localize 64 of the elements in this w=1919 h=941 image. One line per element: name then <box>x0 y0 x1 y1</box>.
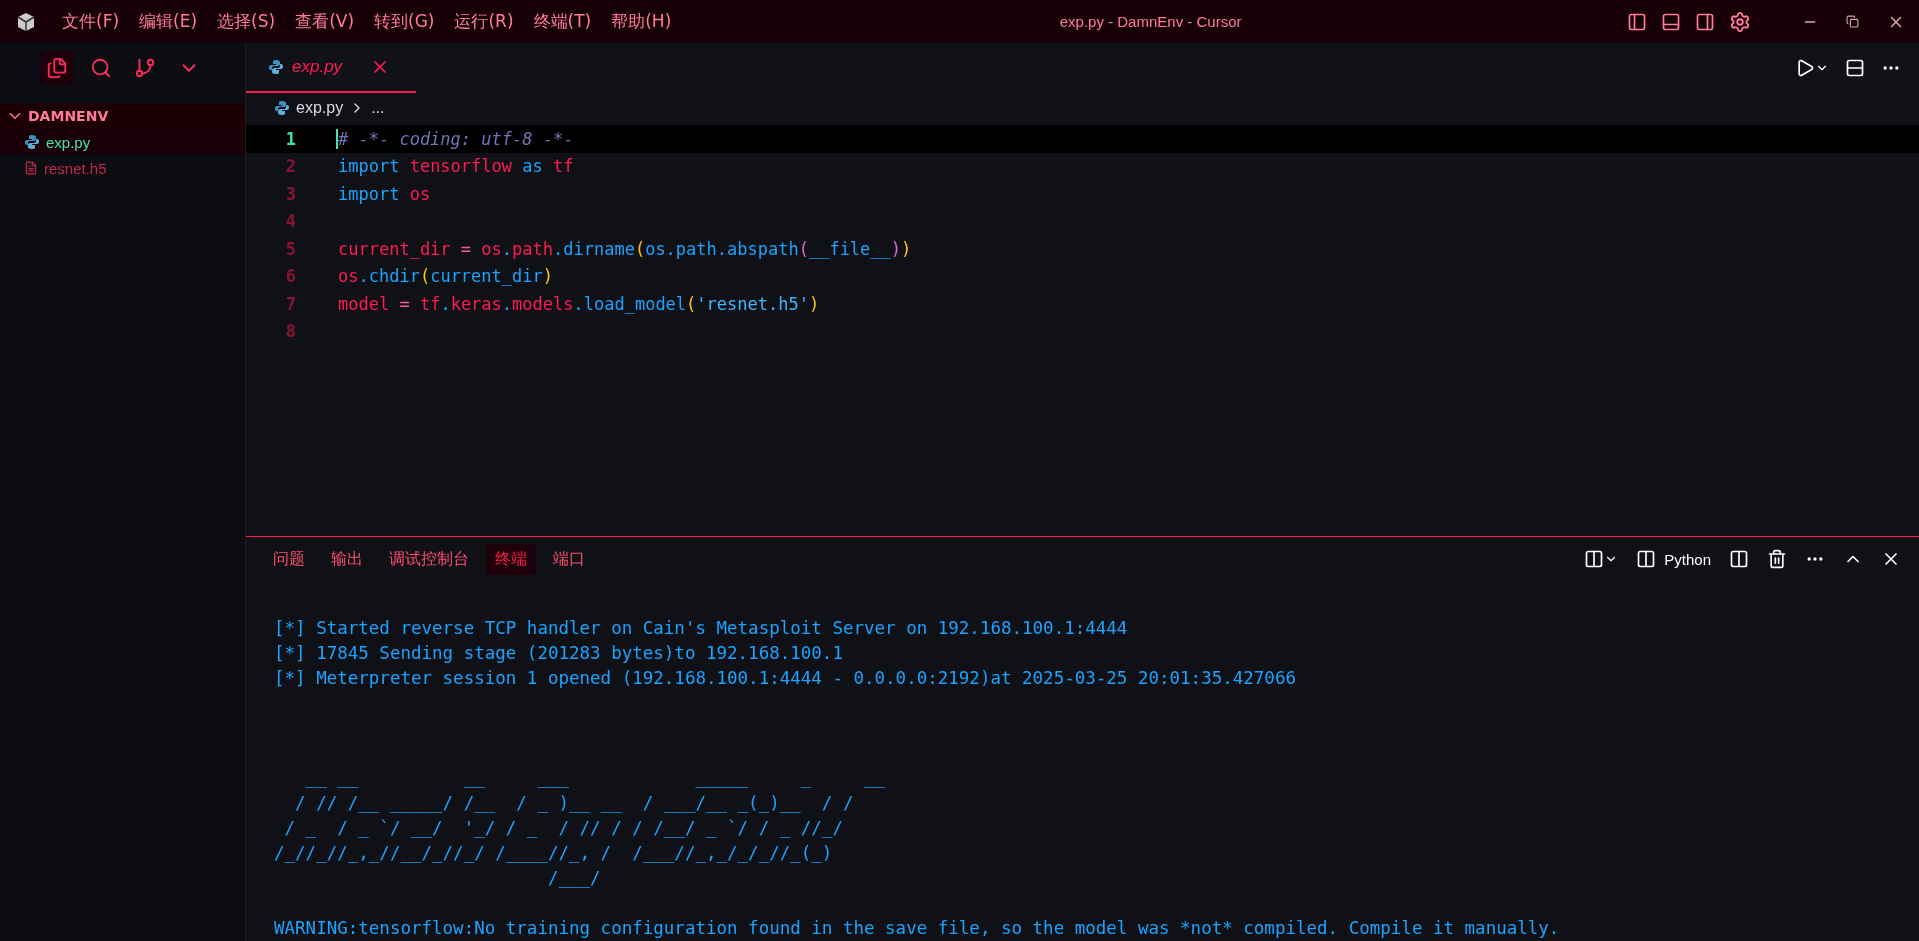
line-number: 8 <box>284 321 296 342</box>
split-editor-icon[interactable] <box>1845 58 1865 78</box>
panel-tab[interactable]: 输出 <box>322 543 372 575</box>
terminal-line: /___/ <box>546 867 602 890</box>
panel-tab[interactable]: 端口 <box>544 543 594 575</box>
code-line: import os <box>337 183 431 204</box>
code-line: model = tf.keras.models.load_model('resnet.h5') <box>337 293 820 314</box>
restore-icon[interactable] <box>1846 15 1859 28</box>
code-line: import tensorflow as tf <box>337 156 574 177</box>
files-icon <box>46 57 68 79</box>
terminal-line: /_//_//_,_//__/_//_/ /____//_, / /___//_,_/_/_//_(_) <box>274 842 834 865</box>
menu-item[interactable]: 帮助(H) <box>601 10 682 33</box>
panel-tab[interactable]: 终端 <box>486 543 536 575</box>
split-terminal-icon[interactable] <box>1729 549 1749 569</box>
folder-header[interactable]: DAMNENV <box>0 103 245 129</box>
window-title: exp.py - DamnEnv - Cursor <box>1058 13 1243 30</box>
line-number: 7 <box>284 293 296 314</box>
terminal-line: [*] Meterpreter session 1 opened (192.168.100.1:4444 - 0.0.0.0:2192)at 2025-03-25 20:01:35.427066 <box>274 667 1297 690</box>
terminal-line: / // /__ _____/ /__ / _ )__ __ / ___/__ _(_)__ / / <box>294 792 855 815</box>
play-icon <box>1795 58 1815 78</box>
app-logo-icon <box>16 11 36 32</box>
line-number: 3 <box>284 183 296 204</box>
sidebar-toggle-icon[interactable] <box>1627 11 1647 32</box>
line-number: 4 <box>284 211 296 232</box>
editor-tab[interactable]: exp.py <box>246 43 416 93</box>
terminal-name[interactable]: Python <box>1664 550 1711 568</box>
files-button[interactable] <box>40 51 74 85</box>
settings-icon[interactable] <box>1729 10 1751 33</box>
menu-item[interactable]: 运行(R) <box>444 10 524 33</box>
branch-icon <box>134 57 156 79</box>
file-item[interactable]: exp.py <box>0 129 245 155</box>
menu-item[interactable]: 文件(F) <box>52 10 130 33</box>
terminal-icon <box>1636 549 1657 569</box>
menu-item[interactable]: 转到(G) <box>364 10 445 33</box>
search-icon <box>90 57 112 79</box>
python-icon <box>274 100 290 116</box>
line-number: 5 <box>284 238 296 259</box>
python-icon <box>268 59 284 75</box>
code-line: current_dir = os.path.dirname(os.path.abspath(__file__)) <box>337 238 912 259</box>
secondary-sidebar-icon[interactable] <box>1695 11 1715 32</box>
terminal-line: / _ / _ `/ __/ '_/ / _ / // / / /__/ _ `/ / _ //_/ <box>283 817 844 840</box>
columns-icon <box>1584 549 1605 569</box>
breadcrumb-item[interactable]: ... <box>371 99 385 117</box>
line-number: 1 <box>284 128 296 149</box>
terminal-line: [*] Started reverse TCP handler on Cain's Metasploit Server on 192.168.100.1:4444 <box>274 617 1129 640</box>
run-button[interactable] <box>1795 58 1829 78</box>
code-line: os.chdir(current_dir) <box>337 266 553 287</box>
terminal-line: WARNING:tensorflow:No training configuration found in the save file, so the model was *not* compiled. Compile it manually. <box>274 917 1561 940</box>
menu-item[interactable]: 选择(S) <box>207 10 286 33</box>
python-icon <box>24 134 40 150</box>
breadcrumb-file[interactable]: exp.py <box>296 99 344 117</box>
terminal-line: __ __ __ ___ _____ _ __ <box>304 767 887 790</box>
panel-tab[interactable]: 问题 <box>264 543 314 575</box>
panel-toggle-icon[interactable] <box>1661 11 1681 32</box>
trash-icon[interactable] <box>1767 549 1787 569</box>
menu-item[interactable]: 终端(T) <box>523 10 602 33</box>
file-icon <box>24 161 38 175</box>
menu-item[interactable]: 编辑(E) <box>129 10 208 33</box>
panel-tab[interactable]: 调试控制台 <box>380 543 478 575</box>
menu-item[interactable]: 查看(V) <box>285 10 365 33</box>
line-number: 6 <box>284 266 296 287</box>
code-line: # -*- coding: utf-8 -*- <box>336 128 574 149</box>
line-number: 2 <box>284 156 296 177</box>
terminal-line: [*] 17845 Sending stage (201283 bytes)to 192.168.100.1 <box>274 642 844 665</box>
